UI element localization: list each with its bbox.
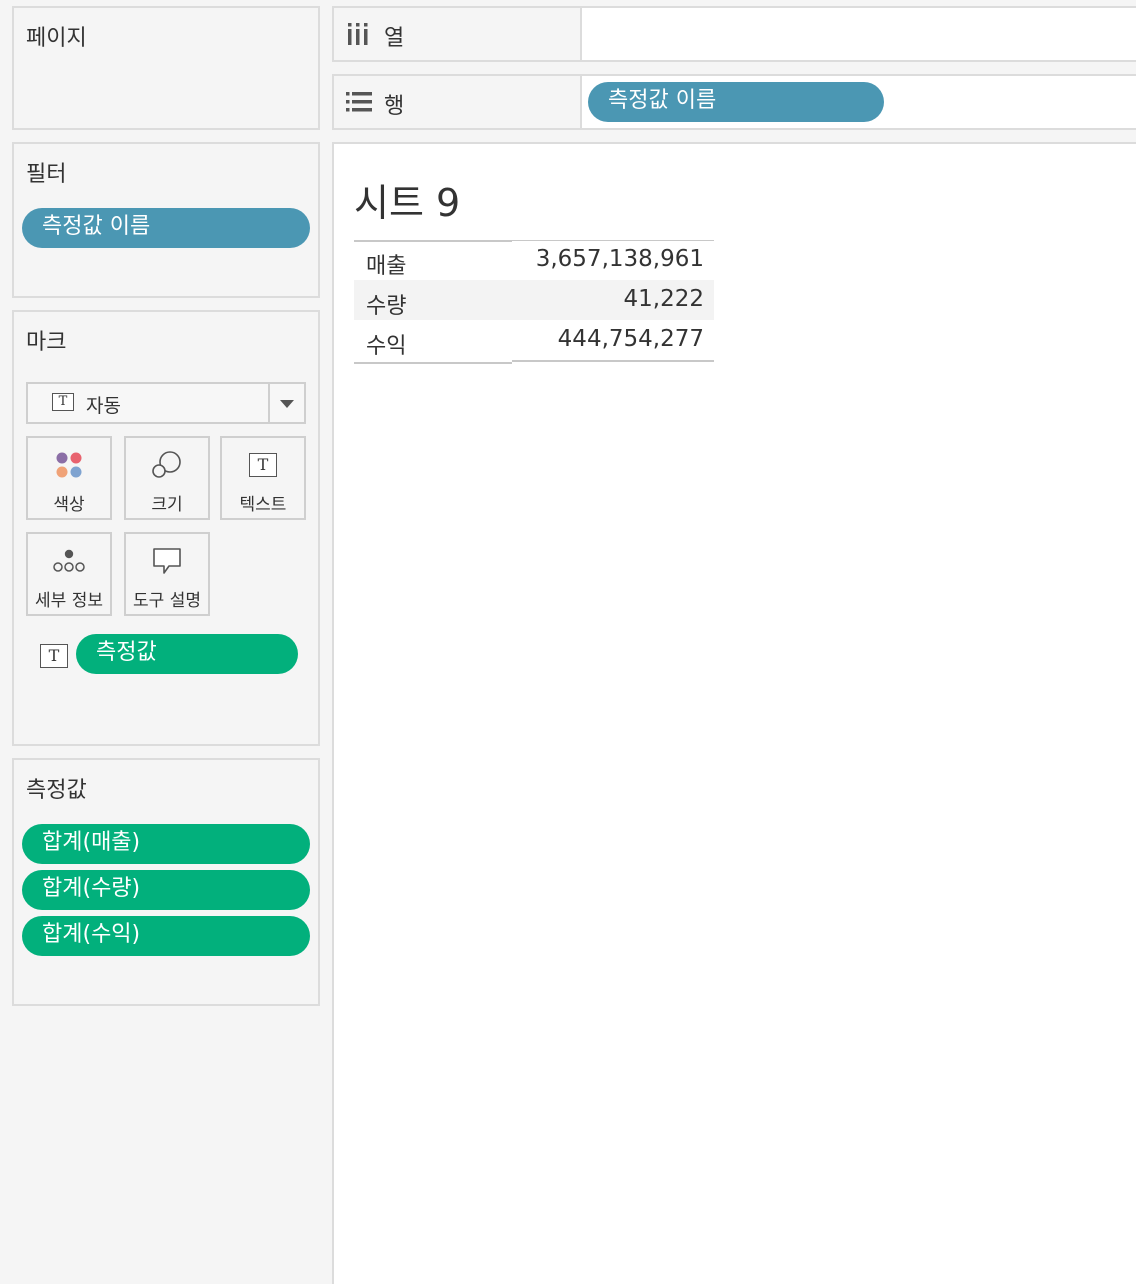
color-button-label: 색상 xyxy=(53,495,85,515)
filter-pill-measure-names[interactable]: 측정값 이름 xyxy=(22,208,310,248)
detail-icon xyxy=(28,546,110,576)
columns-shelf[interactable]: 열 xyxy=(332,6,1136,62)
table-divider xyxy=(512,360,714,362)
measure-pill-quantity[interactable]: 합계(수량) xyxy=(22,870,310,910)
detail-button[interactable]: 세부 정보 xyxy=(26,532,112,616)
mark-type-dropdown[interactable]: T 자동 xyxy=(26,382,306,424)
filters-panel-title: 필터 xyxy=(26,162,67,187)
mark-type-label: 자동 xyxy=(86,395,121,417)
columns-icon xyxy=(346,23,370,49)
text-button-label: 텍스트 xyxy=(239,495,287,515)
row-header: 수량 xyxy=(366,294,407,319)
table-divider xyxy=(512,240,714,241)
text-button[interactable]: T 텍스트 xyxy=(220,436,306,520)
table-row[interactable]: 매출 3,657,138,961 xyxy=(354,240,714,280)
cell-value: 3,657,138,961 xyxy=(535,246,704,272)
measure-values-panel: 측정값 합계(매출) 합계(수량) 합계(수익) xyxy=(12,758,320,1006)
rows-icon xyxy=(346,91,372,117)
marks-panel: 마크 T 자동 색상 크기 T 텍스트 세부 정보 도구 설명 T 측정값 xyxy=(12,310,320,746)
chevron-down-icon[interactable] xyxy=(280,400,294,408)
sheet-title: 시트 9 xyxy=(354,181,461,225)
table-divider xyxy=(354,240,512,242)
measure-table: 매출 3,657,138,961 수량 41,222 수익 444,754,27… xyxy=(354,240,714,364)
text-encoding-pill[interactable]: 측정값 xyxy=(76,634,298,674)
table-row[interactable]: 수익 444,754,277 xyxy=(354,320,714,360)
rows-shelf[interactable]: 행 측정값 이름 xyxy=(332,74,1136,130)
color-icon xyxy=(28,450,110,480)
rows-shelf-header: 행 xyxy=(334,76,582,128)
text-mark-icon: T xyxy=(52,393,74,411)
text-encoding-icon[interactable]: T xyxy=(40,644,68,668)
row-header: 수익 xyxy=(366,334,407,359)
pages-panel: 페이지 xyxy=(12,6,320,130)
size-button[interactable]: 크기 xyxy=(124,436,210,520)
size-button-label: 크기 xyxy=(151,495,183,515)
columns-shelf-label: 열 xyxy=(384,26,405,51)
table-divider xyxy=(354,362,512,364)
view-canvas[interactable]: 시트 9 매출 3,657,138,961 수량 41,222 수익 444,7… xyxy=(332,142,1136,1284)
color-button[interactable]: 색상 xyxy=(26,436,112,520)
dropdown-divider xyxy=(268,384,270,422)
pages-panel-title: 페이지 xyxy=(26,26,87,51)
measure-values-panel-title: 측정값 xyxy=(26,778,87,803)
tooltip-icon xyxy=(126,546,208,576)
measure-pill-sales[interactable]: 합계(매출) xyxy=(22,824,310,864)
text-icon: T xyxy=(249,453,277,477)
columns-shelf-header: 열 xyxy=(334,8,582,60)
row-header: 매출 xyxy=(366,254,407,279)
table-row[interactable]: 수량 41,222 xyxy=(354,280,714,320)
rows-pill-measure-names[interactable]: 측정값 이름 xyxy=(588,82,884,122)
measure-pill-profit[interactable]: 합계(수익) xyxy=(22,916,310,956)
marks-panel-title: 마크 xyxy=(26,330,67,355)
filters-panel[interactable]: 필터 측정값 이름 xyxy=(12,142,320,298)
tooltip-button-label: 도구 설명 xyxy=(133,591,201,611)
size-icon xyxy=(126,450,208,480)
cell-value: 41,222 xyxy=(623,286,704,312)
detail-button-label: 세부 정보 xyxy=(35,591,103,611)
tooltip-button[interactable]: 도구 설명 xyxy=(124,532,210,616)
rows-shelf-label: 행 xyxy=(384,94,405,119)
cell-value: 444,754,277 xyxy=(557,326,704,352)
